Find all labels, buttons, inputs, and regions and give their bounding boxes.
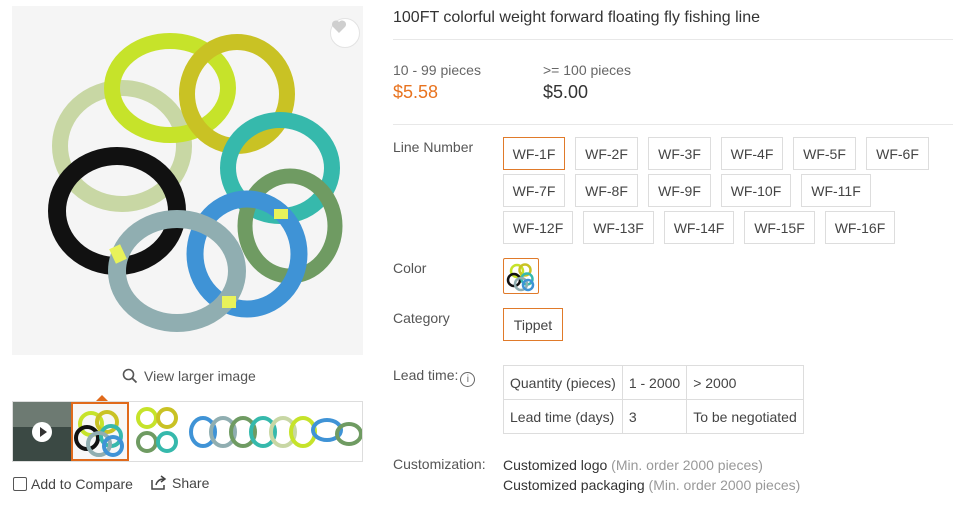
customization-name: Customized logo <box>503 457 608 473</box>
magnifier-icon <box>122 368 138 384</box>
option-wf-2f[interactable]: WF-2F <box>575 137 638 170</box>
color-swatch[interactable] <box>503 258 539 294</box>
thumbnail-coils-row-image <box>189 416 362 448</box>
customization-item: Customized logo (Min. order 2000 pieces) <box>503 457 763 473</box>
fly-line-coils-image <box>48 33 343 332</box>
thumbnail-1[interactable] <box>71 402 129 461</box>
option-wf-16f[interactable]: WF-16F <box>825 211 895 244</box>
customization-min-order: (Min. order 2000 pieces) <box>648 477 801 493</box>
table-cell: Quantity (pieces) <box>503 365 623 400</box>
play-icon <box>32 422 52 442</box>
lead-time-table: Quantity (pieces) 1 - 2000 > 2000 Lead t… <box>503 365 804 434</box>
add-to-compare-label: Add to Compare <box>31 476 133 492</box>
price-tier-2: >= 100 pieces $5.00 <box>543 62 631 103</box>
heart-icon <box>331 20 347 33</box>
lead-time-label: Lead time: i <box>393 367 476 387</box>
thumbnail-strip <box>12 401 363 462</box>
price-tier-price: $5.00 <box>543 82 589 102</box>
lead-time-label-text: Lead time: <box>393 367 459 383</box>
customization-name: Customized packaging <box>503 477 645 493</box>
category-option-tippet[interactable]: Tippet <box>503 308 563 341</box>
thumbnail-coils-image <box>74 410 124 457</box>
option-wf-4f[interactable]: WF-4F <box>721 137 783 170</box>
title-divider <box>393 39 953 40</box>
line-number-label: Line Number <box>393 139 474 155</box>
favorite-button[interactable] <box>330 18 360 48</box>
table-cell: To be negotiated <box>686 399 804 434</box>
option-wf-14f[interactable]: WF-14F <box>664 211 734 244</box>
customization-label: Customization: <box>393 456 486 472</box>
option-wf-3f[interactable]: WF-3F <box>648 137 711 170</box>
thumbnail-2[interactable] <box>129 402 187 461</box>
view-larger-label: View larger image <box>144 368 256 384</box>
price-tier-range: 10 - 99 pieces <box>393 62 481 78</box>
table-cell: > 2000 <box>686 365 804 400</box>
add-to-compare[interactable]: Add to Compare <box>13 476 133 492</box>
option-wf-8f[interactable]: WF-8F <box>575 174 638 207</box>
thumbnail-video[interactable] <box>13 402 71 461</box>
share-icon <box>151 475 167 490</box>
info-icon[interactable]: i <box>460 372 476 387</box>
option-wf-10f[interactable]: WF-10F <box>721 174 791 207</box>
main-product-image[interactable] <box>12 6 363 355</box>
customization-item: Customized packaging (Min. order 2000 pi… <box>503 477 800 493</box>
table-row: Lead time (days) 3 To be negotiated <box>503 399 804 434</box>
table-cell: Lead time (days) <box>503 399 623 434</box>
table-row: Quantity (pieces) 1 - 2000 > 2000 <box>503 365 804 400</box>
category-label: Category <box>393 310 450 326</box>
option-wf-7f[interactable]: WF-7F <box>503 174 565 207</box>
view-larger-link[interactable]: View larger image <box>122 366 256 386</box>
price-tier-1: 10 - 99 pieces $5.58 <box>393 62 481 103</box>
option-wf-9f[interactable]: WF-9F <box>648 174 711 207</box>
color-swatch-image <box>506 263 535 292</box>
option-wf-5f[interactable]: WF-5F <box>793 137 856 170</box>
color-label: Color <box>393 260 427 276</box>
price-tier-range: >= 100 pieces <box>543 62 631 78</box>
product-title: 100FT colorful weight forward floating f… <box>393 9 760 26</box>
customization-min-order: (Min. order 2000 pieces) <box>611 457 763 473</box>
option-wf-13f[interactable]: WF-13F <box>583 211 654 244</box>
share-button[interactable]: Share <box>150 475 209 491</box>
thumbnail-coils-image <box>136 407 178 453</box>
compare-checkbox[interactable] <box>13 477 27 491</box>
price-divider <box>393 124 953 125</box>
table-cell: 3 <box>621 399 688 434</box>
option-wf-11f[interactable]: WF-11F <box>801 174 871 207</box>
thumbnail-3[interactable] <box>187 402 362 461</box>
table-cell: 1 - 2000 <box>621 365 688 400</box>
option-wf-15f[interactable]: WF-15F <box>744 211 815 244</box>
share-label: Share <box>172 475 210 491</box>
option-wf-12f[interactable]: WF-12F <box>503 211 573 244</box>
option-wf-6f[interactable]: WF-6F <box>866 137 929 170</box>
price-tier-price: $5.58 <box>393 82 439 102</box>
option-wf-1f[interactable]: WF-1F <box>503 137 565 170</box>
